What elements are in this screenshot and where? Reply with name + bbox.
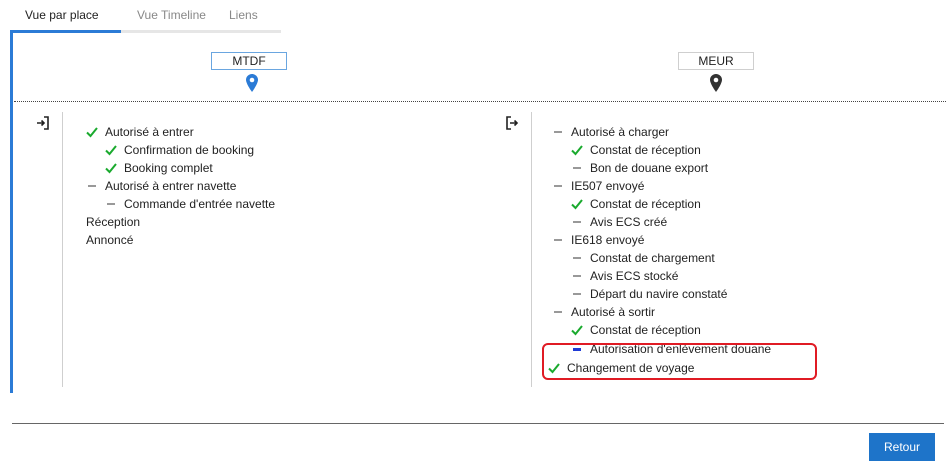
tree-item[interactable]: Annoncé <box>86 231 133 249</box>
tree-item[interactable]: Autorisé à sortir <box>552 303 655 321</box>
check-icon <box>571 145 583 156</box>
tree-item[interactable]: Constat de chargement <box>571 249 715 267</box>
dash-icon <box>573 221 581 223</box>
tree-item-label: Annoncé <box>86 233 134 247</box>
retour-button[interactable]: Retour <box>869 433 935 461</box>
tree-item[interactable]: IE507 envoyé <box>552 177 644 195</box>
tree-item[interactable]: Autorisé à entrer <box>86 123 194 141</box>
highlight-annotation <box>542 343 817 380</box>
tree-item[interactable]: Constat de réception <box>571 141 701 159</box>
tab-vue-timeline[interactable]: Vue Timeline <box>137 8 206 22</box>
dash-icon <box>573 293 581 295</box>
dash-icon <box>554 131 562 133</box>
panel-left-accent <box>10 33 13 393</box>
tree-item-label: IE507 envoyé <box>571 179 645 193</box>
tree-item[interactable]: Booking complet <box>105 159 213 177</box>
dash-icon <box>554 311 562 313</box>
check-icon <box>105 145 117 156</box>
map-pin-icon <box>710 74 722 92</box>
tree-item-label: Confirmation de booking <box>124 143 255 157</box>
tree-item[interactable]: Constat de réception <box>571 195 701 213</box>
enter-icon <box>37 116 49 130</box>
tree-item-label: Booking complet <box>124 161 213 175</box>
tree-item-label: Avis ECS stocké <box>590 269 679 283</box>
tree-item[interactable]: Avis ECS stocké <box>571 267 678 285</box>
check-icon <box>571 199 583 210</box>
footer-divider <box>12 423 944 424</box>
tree-item[interactable]: Constat de réception <box>571 321 701 339</box>
right-column-border <box>531 112 532 387</box>
tree-item[interactable]: Avis ECS créé <box>571 213 667 231</box>
check-icon <box>86 127 98 138</box>
tree-item-label: Avis ECS créé <box>590 215 668 229</box>
timeline-divider <box>14 101 946 102</box>
map-pin-icon <box>246 74 258 92</box>
tree-item[interactable]: Confirmation de booking <box>105 141 254 159</box>
tree-item-label: Constat de chargement <box>590 251 715 265</box>
dash-icon <box>554 185 562 187</box>
place-label-left[interactable]: MTDF <box>211 52 287 70</box>
tree-item[interactable]: Départ du navire constaté <box>571 285 727 303</box>
dash-icon <box>573 167 581 169</box>
check-icon <box>571 325 583 336</box>
tree-item-label: Bon de douane export <box>590 161 709 175</box>
tree-item[interactable]: Réception <box>86 213 140 231</box>
check-icon <box>105 163 117 174</box>
tree-item[interactable]: Commande d'entrée navette <box>105 195 275 213</box>
dash-icon <box>573 257 581 259</box>
tree-item-label: Constat de réception <box>590 323 701 337</box>
tree-item-label: Réception <box>86 215 141 229</box>
dash-icon <box>554 239 562 241</box>
tree-item-label: Autorisé à sortir <box>571 305 656 319</box>
tree-item-label: Commande d'entrée navette <box>124 197 276 211</box>
tree-item-label: Autorisé à entrer navette <box>105 179 237 193</box>
tree-item-label: Constat de réception <box>590 143 701 157</box>
exit-icon <box>506 116 519 130</box>
tree-item-label: Autorisé à entrer <box>105 125 194 139</box>
tab-vue-par-place[interactable]: Vue par place <box>25 8 99 22</box>
tree-item[interactable]: Autorisé à charger <box>552 123 669 141</box>
tree-item[interactable]: IE618 envoyé <box>552 231 644 249</box>
tree-item-label: Constat de réception <box>590 197 701 211</box>
tree-item[interactable]: Bon de douane export <box>571 159 708 177</box>
dash-icon <box>107 203 115 205</box>
place-label-right[interactable]: MEUR <box>678 52 754 70</box>
tab-liens[interactable]: Liens <box>229 8 258 22</box>
dash-icon <box>88 185 96 187</box>
tree-item-label: IE618 envoyé <box>571 233 645 247</box>
left-column-border <box>62 112 63 387</box>
tab-active-indicator <box>10 30 121 33</box>
tree-item[interactable]: Autorisé à entrer navette <box>86 177 236 195</box>
tab-track <box>121 30 281 33</box>
dash-icon <box>573 275 581 277</box>
tree-item-label: Départ du navire constaté <box>590 287 728 301</box>
tree-item-label: Autorisé à charger <box>571 125 670 139</box>
